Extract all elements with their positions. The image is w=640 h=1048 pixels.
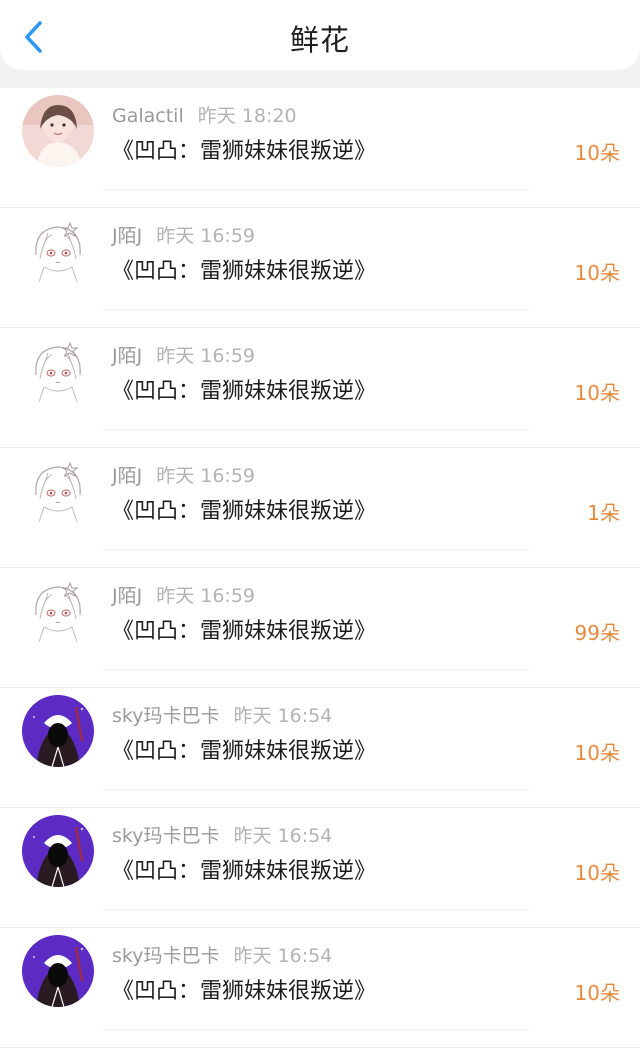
flower-record-row[interactable]: sky玛卡巴卡 昨天 16:54 《凹凸：雷狮妹妹很叛逆》 10朵	[0, 808, 640, 928]
avatar[interactable]	[22, 95, 94, 167]
avatar[interactable]	[22, 815, 94, 887]
sender-name[interactable]: J陌J	[112, 345, 142, 367]
book-title[interactable]: 《凹凸：雷狮妹妹很叛逆》	[112, 973, 376, 1005]
flower-amount: 10朵	[574, 141, 620, 165]
row-divider	[100, 309, 530, 310]
sender-name[interactable]: J陌J	[112, 225, 142, 247]
avatar[interactable]	[22, 215, 94, 287]
avatar[interactable]	[22, 335, 94, 407]
send-time: 昨天 16:59	[156, 225, 256, 247]
send-time: 昨天 18:20	[197, 105, 297, 127]
row-divider	[100, 1029, 530, 1030]
sender-line: J陌J 昨天 16:59	[112, 341, 255, 368]
flower-amount: 99朵	[574, 621, 620, 645]
send-time: 昨天 16:59	[156, 585, 256, 607]
avatar[interactable]	[22, 455, 94, 527]
row-divider	[100, 189, 530, 190]
flower-amount: 10朵	[574, 741, 620, 765]
sender-name[interactable]: J陌J	[112, 585, 142, 607]
sender-name[interactable]: Galactil	[112, 105, 184, 127]
sender-name[interactable]: J陌J	[112, 465, 142, 487]
flower-amount: 10朵	[574, 261, 620, 285]
send-time: 昨天 16:54	[233, 705, 333, 727]
header-bar: 鲜花	[0, 0, 640, 70]
sender-name[interactable]: sky玛卡巴卡	[112, 705, 219, 727]
book-title[interactable]: 《凹凸：雷狮妹妹很叛逆》	[112, 733, 376, 765]
page-title: 鲜花	[289, 23, 350, 57]
send-time: 昨天 16:59	[156, 345, 256, 367]
avatar[interactable]	[22, 695, 94, 767]
sender-name[interactable]: sky玛卡巴卡	[112, 825, 219, 847]
flower-amount: 10朵	[574, 861, 620, 885]
flower-amount: 10朵	[574, 381, 620, 405]
send-time: 昨天 16:54	[233, 945, 333, 967]
sender-name[interactable]: sky玛卡巴卡	[112, 945, 219, 967]
row-divider	[100, 909, 530, 910]
avatar[interactable]	[22, 935, 94, 1007]
row-divider	[100, 669, 530, 670]
send-time: 昨天 16:59	[156, 465, 256, 487]
sender-line: J陌J 昨天 16:59	[112, 221, 255, 248]
send-time: 昨天 16:54	[233, 825, 333, 847]
flower-record-list: Galactil 昨天 18:20 《凹凸：雷狮妹妹很叛逆》 10朵 J陌J 昨天 16:…	[0, 88, 640, 1048]
book-title[interactable]: 《凹凸：雷狮妹妹很叛逆》	[112, 253, 376, 285]
flower-amount: 10朵	[574, 981, 620, 1005]
book-title[interactable]: 《凹凸：雷狮妹妹很叛逆》	[112, 373, 376, 405]
flower-record-row[interactable]: sky玛卡巴卡 昨天 16:54 《凹凸：雷狮妹妹很叛逆》 10朵	[0, 688, 640, 808]
sender-line: sky玛卡巴卡 昨天 16:54	[112, 821, 332, 848]
book-title[interactable]: 《凹凸：雷狮妹妹很叛逆》	[112, 133, 376, 165]
flower-record-row[interactable]: J陌J 昨天 16:59 《凹凸：雷狮妹妹很叛逆》 99朵	[0, 568, 640, 688]
book-title[interactable]: 《凹凸：雷狮妹妹很叛逆》	[112, 853, 376, 885]
row-divider	[100, 429, 530, 430]
sender-line: sky玛卡巴卡 昨天 16:54	[112, 701, 332, 728]
sender-line: Galactil 昨天 18:20	[112, 101, 297, 128]
flower-record-row[interactable]: sky玛卡巴卡 昨天 16:54 《凹凸：雷狮妹妹很叛逆》 10朵	[0, 928, 640, 1048]
sender-line: sky玛卡巴卡 昨天 16:54	[112, 941, 332, 968]
avatar[interactable]	[22, 575, 94, 647]
flower-record-row[interactable]: J陌J 昨天 16:59 《凹凸：雷狮妹妹很叛逆》 10朵	[0, 208, 640, 328]
row-divider	[100, 789, 530, 790]
flower-record-row[interactable]: J陌J 昨天 16:59 《凹凸：雷狮妹妹很叛逆》 1朵	[0, 448, 640, 568]
book-title[interactable]: 《凹凸：雷狮妹妹很叛逆》	[112, 613, 376, 645]
sender-line: J陌J 昨天 16:59	[112, 461, 255, 488]
row-divider	[100, 549, 530, 550]
flower-record-row[interactable]: Galactil 昨天 18:20 《凹凸：雷狮妹妹很叛逆》 10朵	[0, 88, 640, 208]
book-title[interactable]: 《凹凸：雷狮妹妹很叛逆》	[112, 493, 376, 525]
sender-line: J陌J 昨天 16:59	[112, 581, 255, 608]
flower-amount: 1朵	[587, 501, 620, 525]
flower-record-row[interactable]: J陌J 昨天 16:59 《凹凸：雷狮妹妹很叛逆》 10朵	[0, 328, 640, 448]
